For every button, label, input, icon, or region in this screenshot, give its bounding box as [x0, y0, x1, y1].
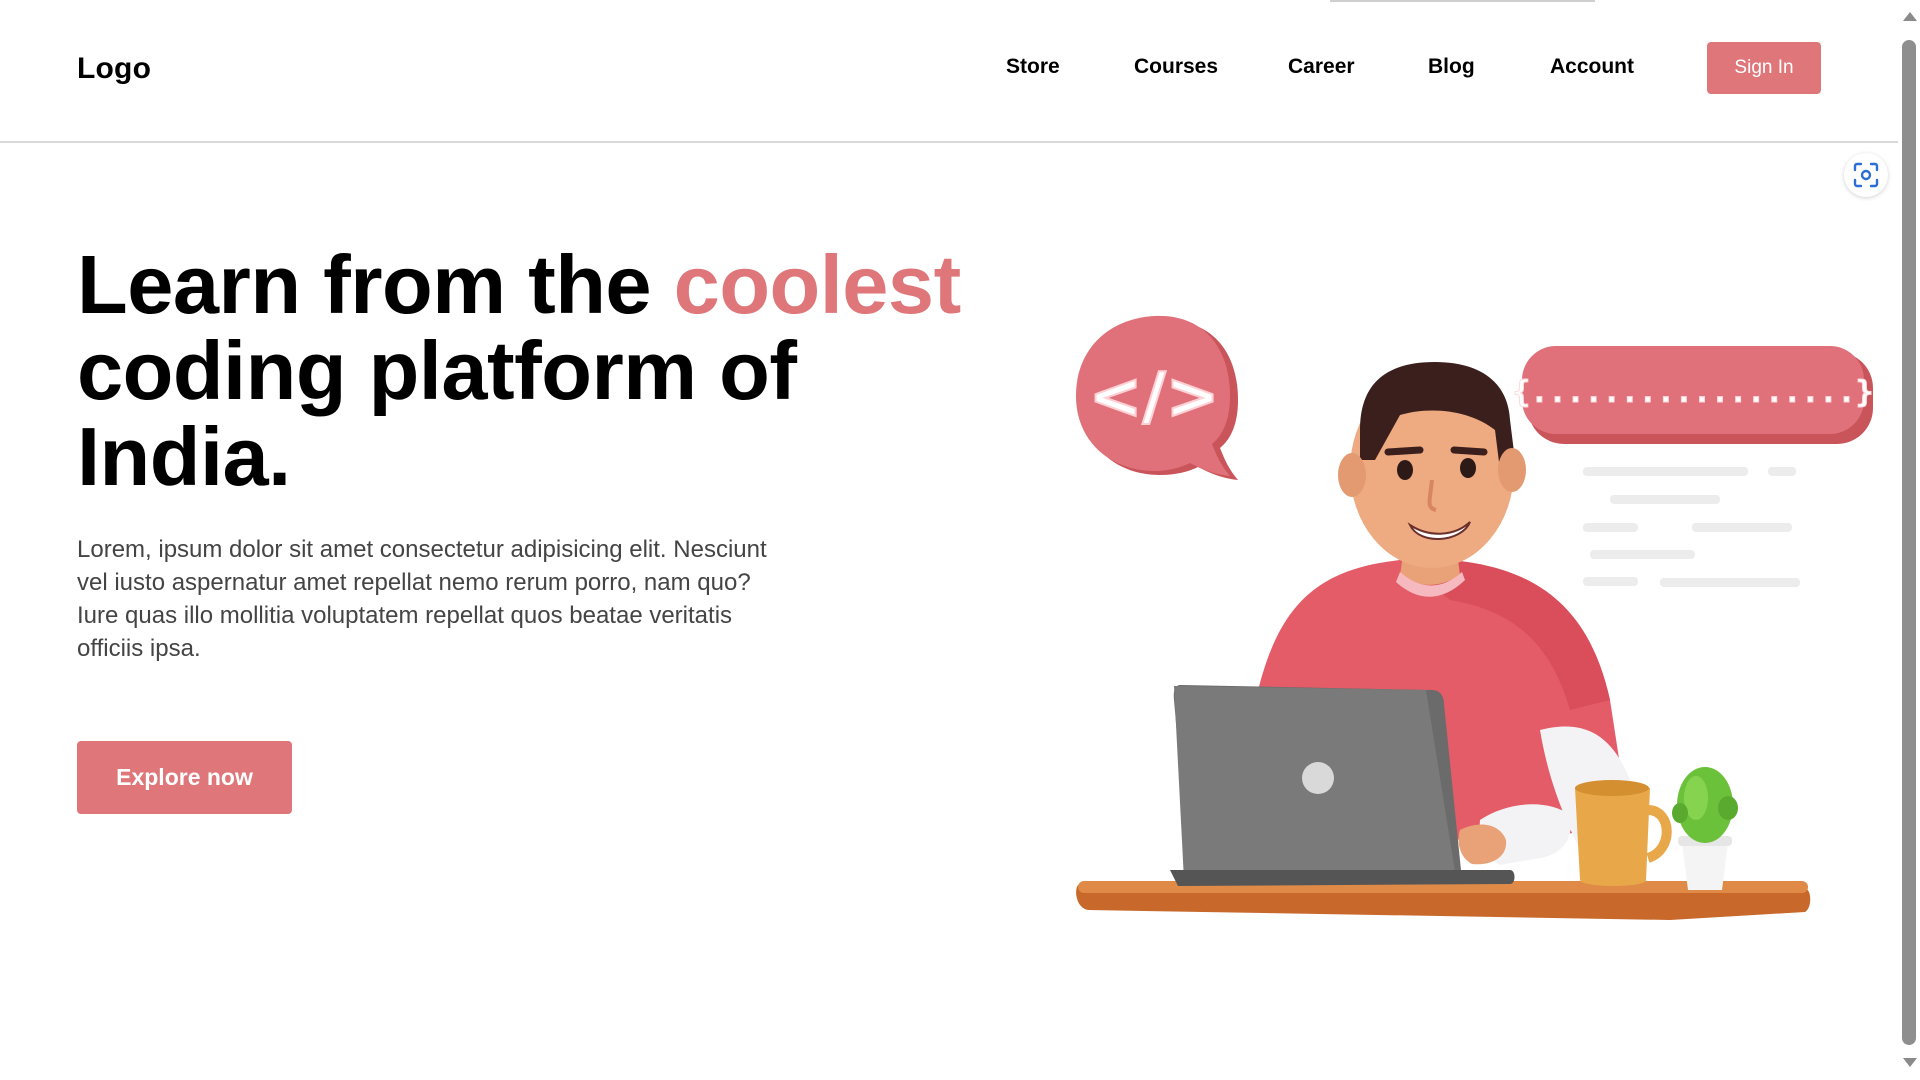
nav-item-account[interactable]: Account: [1550, 55, 1634, 79]
nav-item-career[interactable]: Career: [1288, 55, 1355, 79]
hero-title-tail: coding platform of India.: [77, 324, 797, 503]
site-header: Logo Store Courses Career Blog Account S…: [0, 0, 1898, 143]
lens-button[interactable]: [1844, 153, 1888, 197]
code-bubble-text: </>: [1089, 360, 1220, 434]
cactus-plant: [1672, 767, 1738, 890]
logo[interactable]: Logo: [77, 52, 151, 86]
nav-item-courses[interactable]: Courses: [1134, 55, 1218, 79]
explore-now-button[interactable]: Explore now: [77, 741, 292, 814]
nav-item-blog[interactable]: Blog: [1428, 55, 1475, 79]
scroll-thumb[interactable]: [1902, 40, 1916, 1045]
braces-bubble: {..................}: [1512, 346, 1874, 444]
nav-item-store[interactable]: Store: [1006, 55, 1060, 79]
braces-bubble-text: {..................}: [1512, 375, 1873, 410]
code-bubble: </>: [1076, 315, 1238, 480]
mug: [1575, 780, 1672, 886]
faint-code-lines: [1583, 467, 1800, 587]
scroll-up-icon[interactable]: [1903, 12, 1917, 21]
top-strip: [1330, 0, 1595, 2]
hero-title: Learn from the coolest coding platform o…: [77, 242, 977, 500]
hero-title-accent: coolest: [673, 238, 962, 331]
scroll-down-icon[interactable]: [1903, 1058, 1917, 1067]
hero-description: Lorem, ipsum dolor sit amet consectetur …: [77, 536, 767, 662]
sign-in-button[interactable]: Sign In: [1707, 42, 1821, 94]
page-scrollbar[interactable]: [1898, 0, 1920, 1080]
lens-icon: [1853, 162, 1879, 188]
hero-illustration: </> {..................}: [1070, 310, 1880, 930]
hero-title-lead: Learn from the: [77, 238, 674, 331]
